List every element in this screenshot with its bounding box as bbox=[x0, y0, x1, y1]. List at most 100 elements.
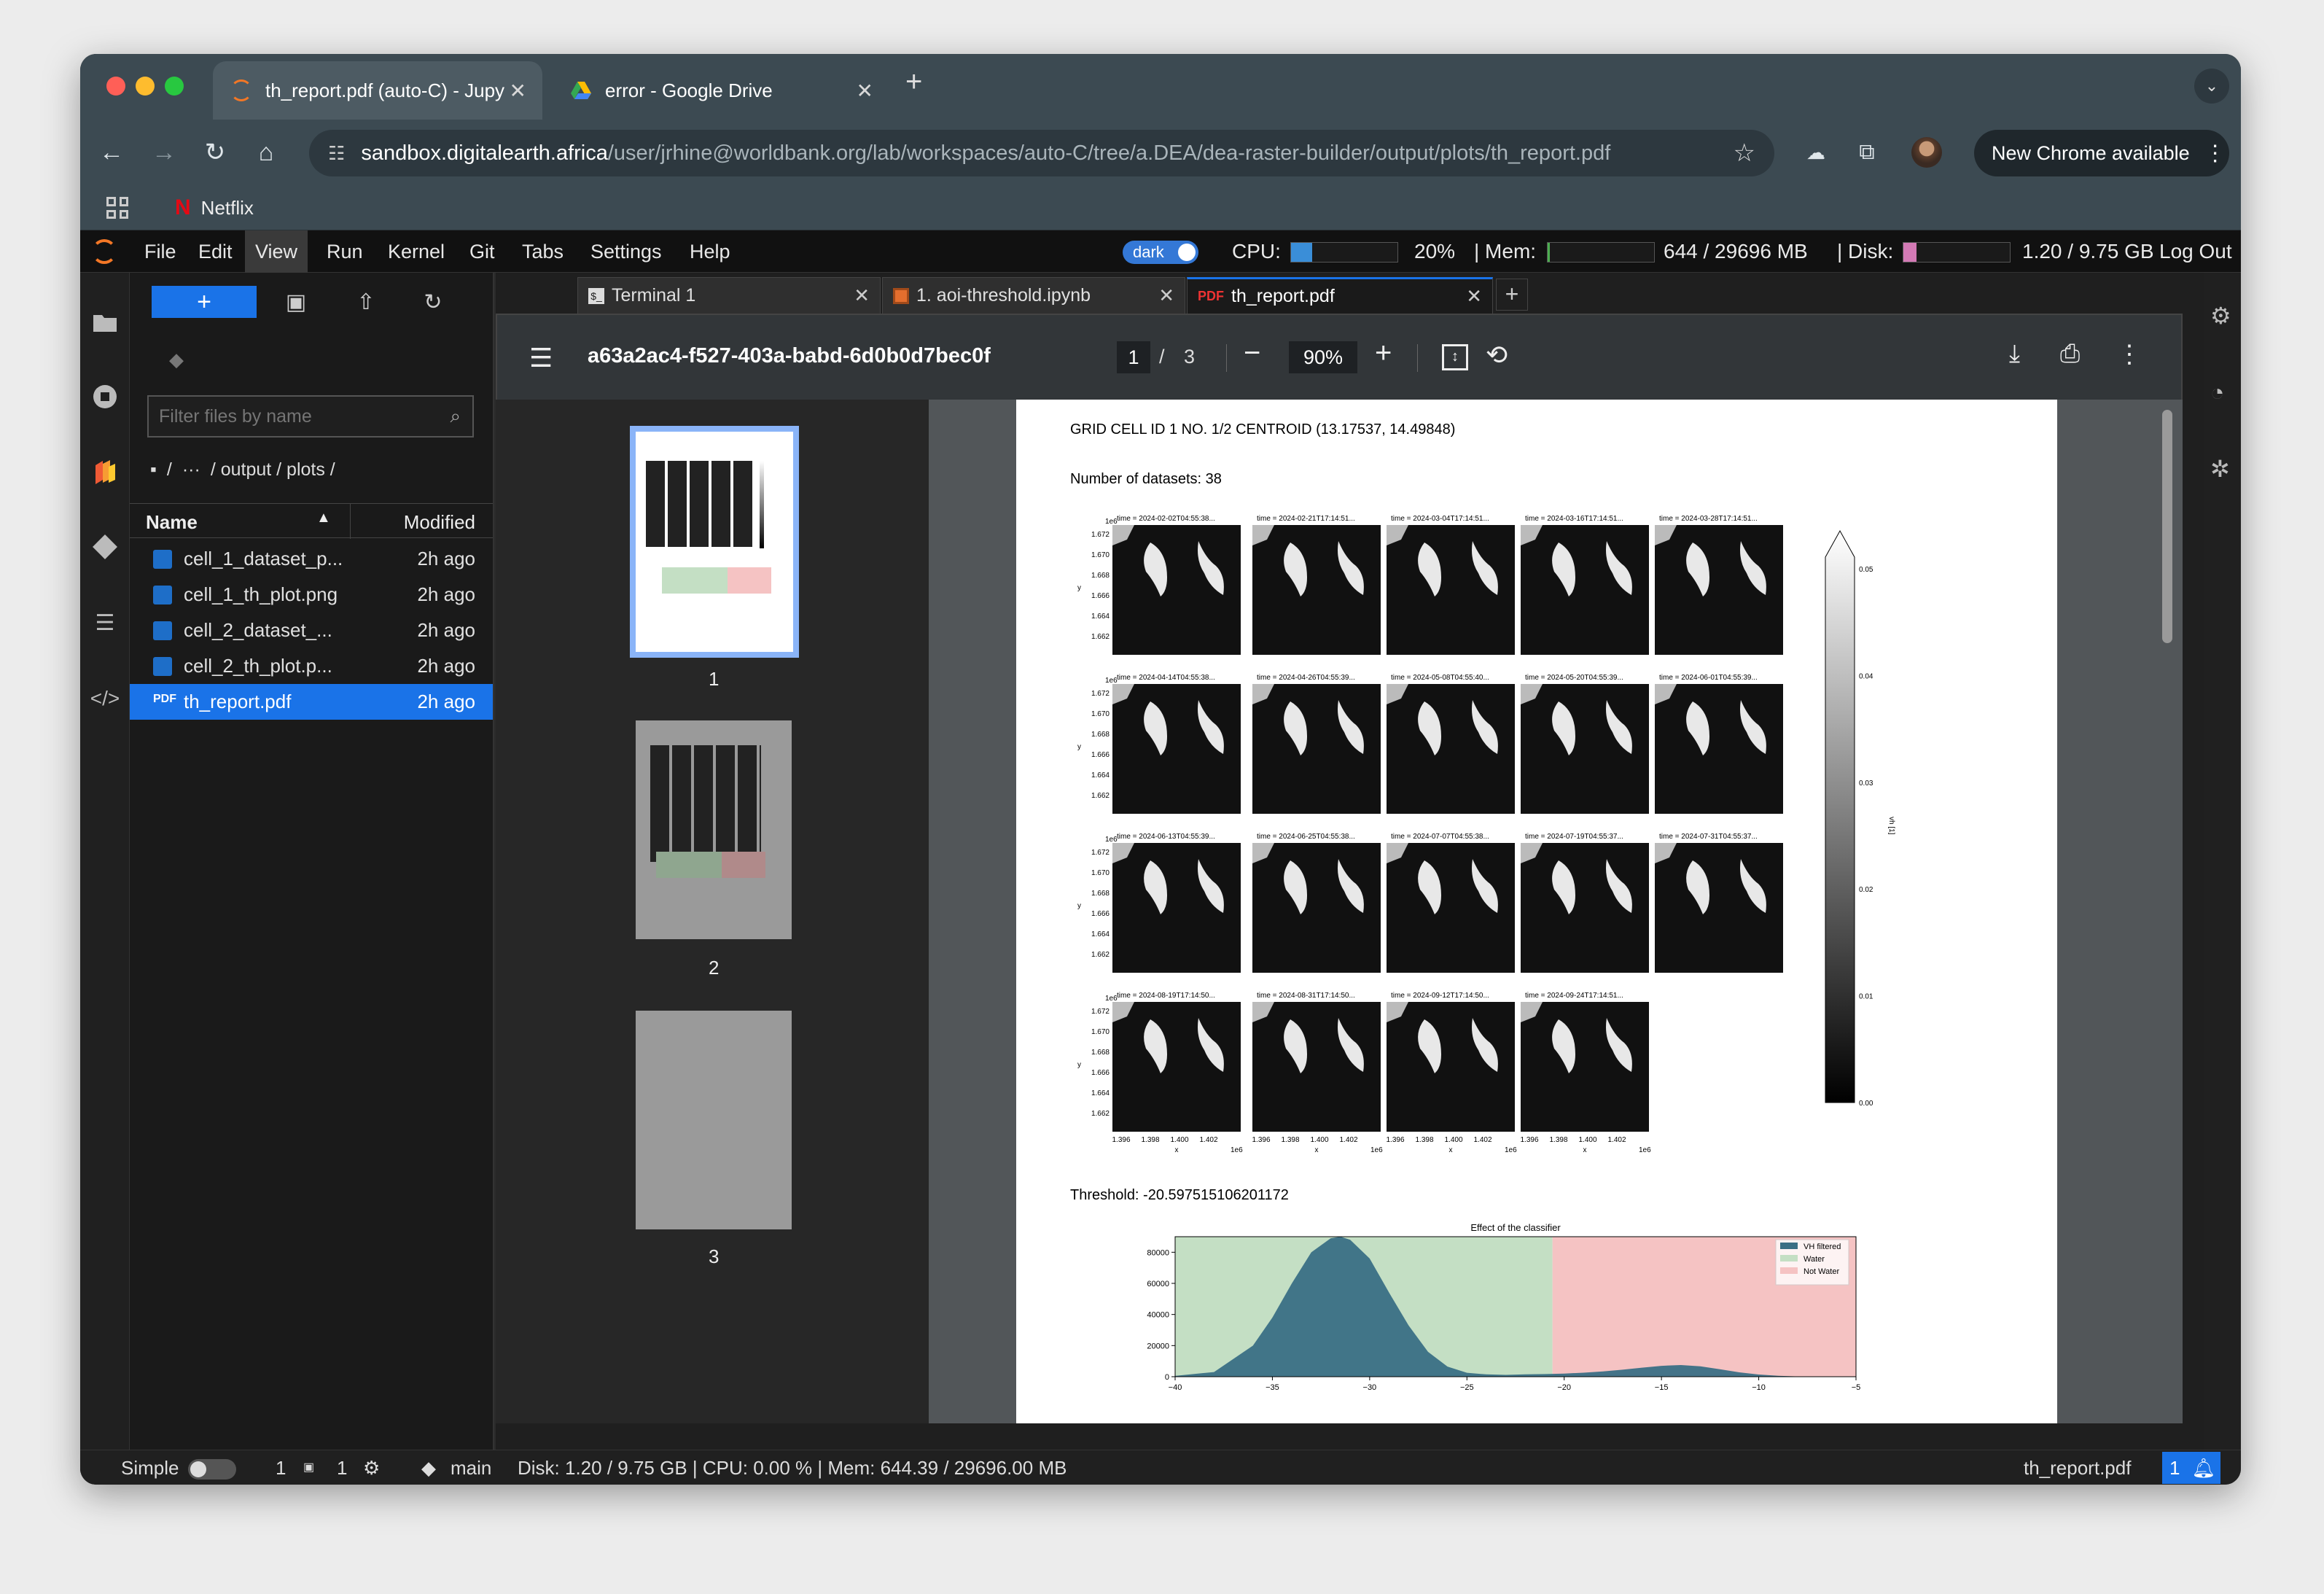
filter-input[interactable] bbox=[159, 405, 429, 427]
crumb-path[interactable]: / output / plots / bbox=[211, 459, 335, 481]
refresh-icon[interactable]: ↻ bbox=[413, 284, 453, 319]
table-of-contents-icon[interactable]: ☰ bbox=[87, 605, 122, 640]
theme-toggle[interactable]: dark bbox=[1123, 241, 1198, 264]
column-modified-header[interactable]: Modified bbox=[404, 511, 475, 534]
address-bar[interactable]: ☷ sandbox.digitalearth.africa /user/jrhi… bbox=[309, 130, 1774, 176]
zoom-level-input[interactable]: 90% bbox=[1289, 341, 1357, 373]
close-tab-icon[interactable]: ✕ bbox=[510, 79, 526, 103]
crumb-ellipsis[interactable]: ··· bbox=[182, 459, 200, 481]
print-icon[interactable]: ⎙ bbox=[2060, 340, 2080, 368]
dask-extension-icon[interactable] bbox=[87, 455, 122, 490]
menu-tabs[interactable]: Tabs bbox=[512, 230, 574, 273]
back-icon[interactable]: ← bbox=[95, 136, 128, 169]
new-tab-button[interactable]: + bbox=[905, 66, 922, 98]
profile-avatar[interactable] bbox=[1911, 137, 1942, 168]
site-info-icon[interactable]: ☷ bbox=[328, 142, 345, 165]
close-tab-icon[interactable]: ✕ bbox=[854, 284, 870, 307]
menu-edit[interactable]: Edit bbox=[188, 230, 243, 273]
menu-git[interactable]: Git bbox=[459, 230, 505, 273]
tab-pdf[interactable]: PDF th_report.pdf ✕ bbox=[1187, 277, 1493, 314]
legend-swatch bbox=[1780, 1255, 1798, 1261]
property-inspector-icon[interactable]: ⚙ bbox=[2210, 302, 2231, 330]
download-icon[interactable]: ⤓ bbox=[2009, 340, 2020, 368]
pdf-viewer-canvas[interactable]: GRID CELL ID 1 NO. 1/2 CENTROID (13.1753… bbox=[929, 400, 2183, 1423]
crumb-root[interactable]: / bbox=[167, 459, 172, 481]
simple-mode-toggle[interactable] bbox=[188, 1459, 236, 1480]
terminal-count[interactable]: 1 bbox=[276, 1450, 286, 1485]
home-folder-icon[interactable]: ▪ bbox=[150, 459, 157, 481]
zoom-in-icon[interactable]: + bbox=[1375, 337, 1392, 370]
code-snippets-icon[interactable]: </> bbox=[87, 681, 122, 716]
close-tab-icon[interactable]: ✕ bbox=[1466, 285, 1482, 308]
file-row-selected[interactable]: PDF th_report.pdf 2h ago bbox=[130, 684, 493, 720]
colorbar-tick-label: 0.00 bbox=[1859, 1100, 1873, 1108]
home-icon[interactable]: ⌂ bbox=[249, 136, 283, 169]
disk-meter bbox=[1903, 242, 2011, 263]
close-window-button[interactable] bbox=[106, 77, 125, 96]
browser-tab-jupyter[interactable]: th_report.pdf (auto-C) - Jupy ✕ bbox=[213, 61, 542, 120]
left-activity-bar: ☰ </> bbox=[80, 273, 130, 1483]
git-icon[interactable] bbox=[87, 529, 122, 564]
folder-icon[interactable] bbox=[87, 305, 122, 340]
extensions-puzzle-icon[interactable]: ⧉ bbox=[1850, 136, 1884, 169]
axis-exponent: 1e6 bbox=[1105, 836, 1118, 844]
thumbnail-page-1[interactable] bbox=[630, 426, 799, 658]
document-tabbar: $_ Terminal 1 ✕ 1. aoi-threshold.ipynb ✕ PD… bbox=[496, 273, 2172, 314]
hamburger-menu-icon[interactable]: ☰ bbox=[529, 343, 553, 373]
reload-icon[interactable]: ↻ bbox=[198, 136, 232, 169]
resource-usage-icon[interactable]: ◔ bbox=[2210, 379, 2224, 406]
new-launcher-button[interactable]: + bbox=[152, 286, 257, 318]
running-sessions-icon[interactable] bbox=[87, 379, 122, 414]
disk-value: 1.20 / 9.75 GB bbox=[2022, 240, 2154, 263]
file-row[interactable]: cell_2_th_plot.p... 2h ago bbox=[130, 648, 493, 684]
git-clone-icon[interactable]: ◆ bbox=[169, 349, 184, 371]
tab-search-button[interactable]: ⌄ bbox=[2194, 69, 2229, 104]
thumbnail-label: 1 bbox=[709, 668, 720, 690]
new-folder-icon[interactable]: ▣ bbox=[276, 284, 316, 319]
close-tab-icon[interactable]: ✕ bbox=[857, 79, 873, 103]
menu-run[interactable]: Run bbox=[316, 230, 373, 273]
menu-view[interactable]: View bbox=[245, 230, 308, 273]
thumbnail-page-3[interactable] bbox=[636, 1011, 792, 1229]
thumbnail-label: 3 bbox=[709, 1245, 720, 1267]
jupyter-icon bbox=[230, 79, 252, 101]
menu-file[interactable]: File bbox=[134, 230, 187, 273]
forward-icon[interactable]: → bbox=[147, 136, 181, 169]
logout-button[interactable]: Log Out bbox=[2159, 230, 2232, 273]
thumbnail-page-2[interactable] bbox=[636, 720, 792, 939]
zoom-window-button[interactable] bbox=[165, 77, 184, 96]
zoom-out-icon[interactable]: − bbox=[1244, 337, 1260, 370]
menu-kernel[interactable]: Kernel bbox=[378, 230, 455, 273]
menu-settings[interactable]: Settings bbox=[580, 230, 672, 273]
filter-box[interactable]: ⌕ bbox=[147, 395, 474, 438]
x-tick-label: 1.398 bbox=[1281, 1136, 1299, 1144]
browser-tab-drive[interactable]: error - Google Drive ✕ bbox=[553, 61, 889, 120]
file-row[interactable]: cell_1_th_plot.png 2h ago bbox=[130, 577, 493, 613]
more-menu-icon[interactable]: ⋮ bbox=[2204, 141, 2226, 166]
extension-cloud-icon[interactable]: ☁ bbox=[1799, 136, 1833, 169]
debugger-icon[interactable]: ✲ bbox=[2210, 455, 2230, 483]
apps-grid-icon[interactable] bbox=[106, 197, 128, 219]
tab-terminal[interactable]: $_ Terminal 1 ✕ bbox=[577, 277, 881, 314]
page-number-input[interactable]: 1 bbox=[1117, 341, 1150, 373]
add-tab-button[interactable]: + bbox=[1496, 279, 1528, 311]
axis-exponent: 1e6 bbox=[1505, 1146, 1517, 1154]
file-row[interactable]: cell_2_dataset_... 2h ago bbox=[130, 613, 493, 648]
kernel-count[interactable]: 1 bbox=[337, 1450, 347, 1485]
menu-help[interactable]: Help bbox=[679, 230, 741, 273]
file-row[interactable]: cell_1_dataset_p... 2h ago bbox=[130, 541, 493, 577]
bookmark-netflix[interactable]: N Netflix bbox=[175, 193, 254, 223]
upload-icon[interactable]: ⇧ bbox=[346, 284, 386, 319]
tab-notebook[interactable]: 1. aoi-threshold.ipynb ✕ bbox=[882, 277, 1185, 314]
close-tab-icon[interactable]: ✕ bbox=[1158, 284, 1174, 307]
rotate-icon[interactable]: ⟲ bbox=[1486, 340, 1508, 370]
pdf-scrollbar[interactable] bbox=[2162, 410, 2172, 643]
git-branch[interactable]: main bbox=[451, 1450, 491, 1485]
column-name-header[interactable]: Name bbox=[146, 511, 198, 534]
update-chrome-button[interactable]: New Chrome available ⋮ bbox=[1974, 130, 2229, 176]
notifications-button[interactable]: 1 🔔︎ bbox=[2162, 1452, 2220, 1484]
minimize-window-button[interactable] bbox=[136, 77, 155, 96]
bookmark-star-icon[interactable]: ☆ bbox=[1734, 139, 1755, 168]
fit-page-icon[interactable]: ↕ bbox=[1442, 344, 1468, 370]
pdf-more-icon[interactable]: ⋮ bbox=[2117, 340, 2142, 369]
